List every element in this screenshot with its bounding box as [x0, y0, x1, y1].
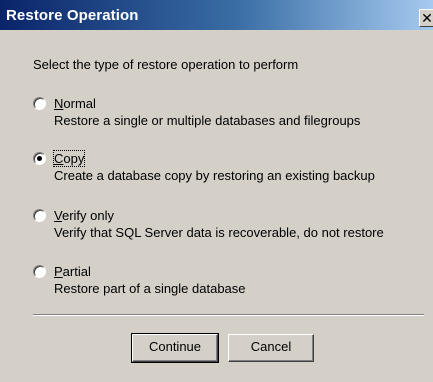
continue-button[interactable]: Continue — [131, 333, 219, 363]
option-verify-only-description: Verify that SQL Server data is recoverab… — [54, 225, 384, 240]
radio-normal[interactable] — [33, 97, 46, 110]
option-partial-label[interactable]: Partial — [54, 264, 91, 279]
option-verify-only-label[interactable]: Verify only — [54, 208, 114, 223]
option-copy-accelerator: C — [54, 151, 64, 166]
option-partial-accelerator: P — [54, 264, 63, 279]
separator-line — [33, 314, 424, 316]
option-partial-label-rest: artial — [62, 264, 91, 279]
option-partial-description: Restore part of a single database — [54, 281, 246, 296]
title-bar[interactable]: Restore Operation ✕ — [0, 0, 433, 30]
option-verify-accelerator: V — [54, 208, 62, 223]
option-normal-label[interactable]: Normal — [54, 96, 96, 111]
option-copy-description: Create a database copy by restoring an e… — [54, 168, 375, 183]
instruction-text: Select the type of restore operation to … — [33, 57, 299, 72]
option-verify-label-rest: erify only — [61, 208, 114, 223]
dialog-body: Select the type of restore operation to … — [0, 30, 433, 382]
option-normal-label-rest: ormal — [63, 96, 96, 111]
option-normal-accelerator: N — [54, 96, 64, 111]
radio-selected-dot — [37, 156, 42, 161]
option-copy-label-rest: opy — [63, 151, 85, 166]
restore-operation-dialog: Restore Operation ✕ Select the type of r… — [0, 0, 433, 382]
window-title: Restore Operation — [6, 7, 139, 24]
option-copy-label[interactable]: Copy — [52, 150, 86, 167]
cancel-button[interactable]: Cancel — [228, 334, 314, 362]
radio-partial[interactable] — [33, 265, 46, 278]
option-normal-description: Restore a single or multiple databases a… — [54, 113, 361, 128]
radio-copy[interactable] — [33, 152, 46, 165]
close-icon: ✕ — [421, 10, 433, 26]
close-button[interactable]: ✕ — [419, 9, 433, 27]
radio-verify-only[interactable] — [33, 209, 46, 222]
